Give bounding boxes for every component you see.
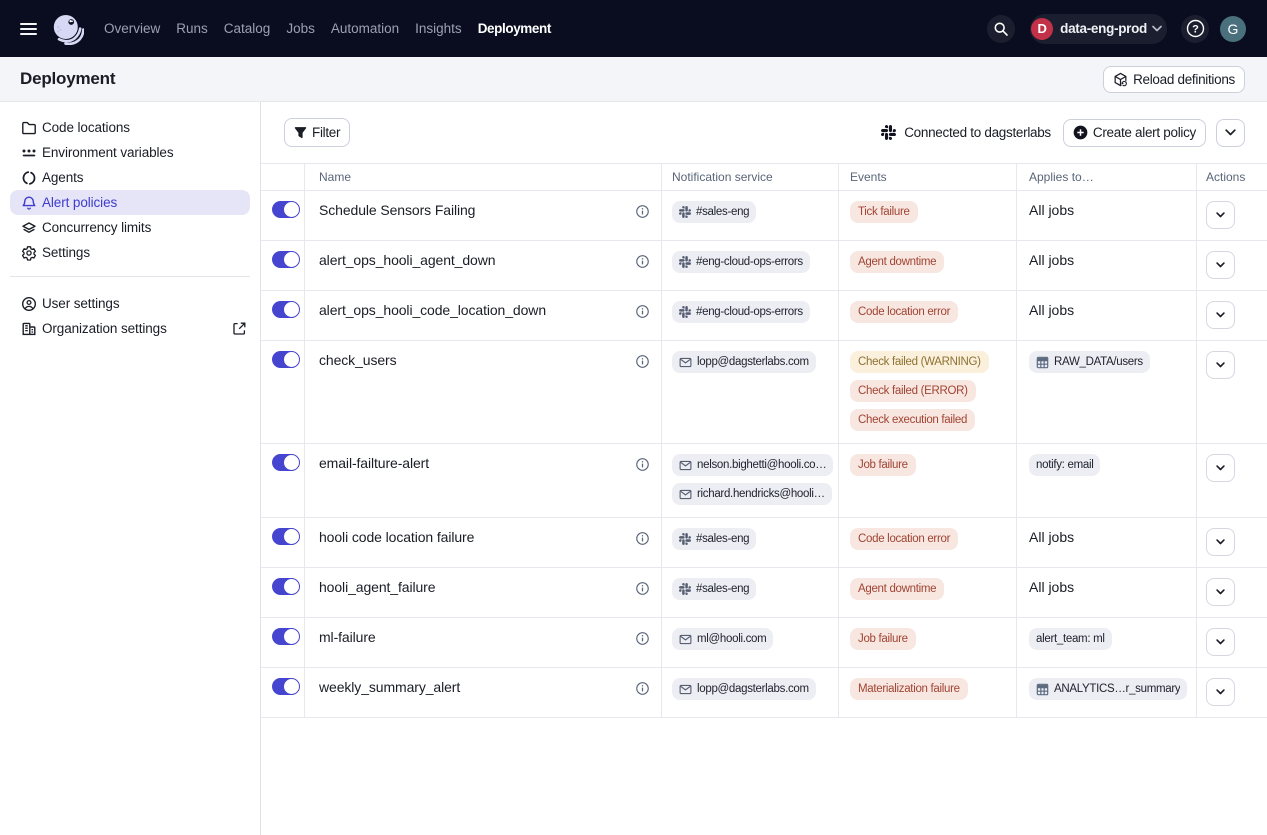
svg-text:?: ?: [1192, 23, 1199, 35]
